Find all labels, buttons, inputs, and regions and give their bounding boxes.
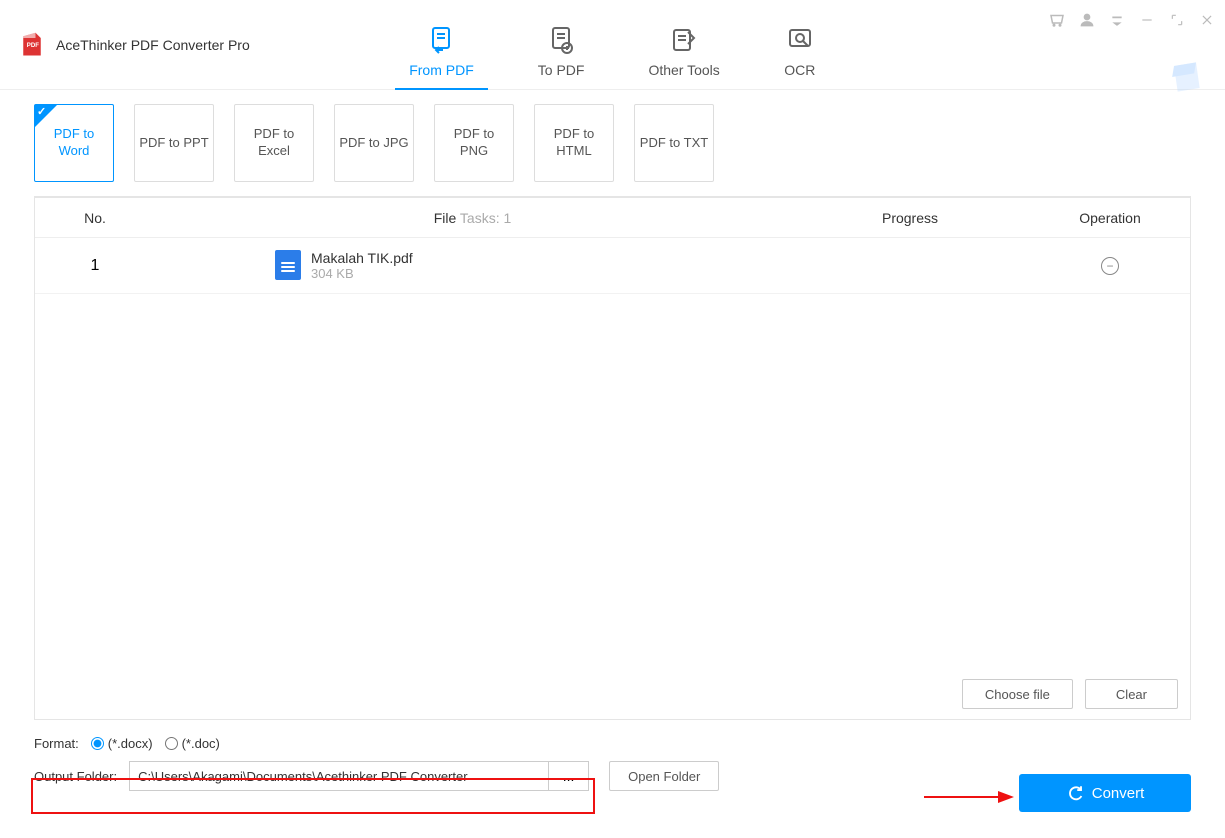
convert-button[interactable]: Convert bbox=[1019, 774, 1191, 812]
watermark-logo-icon bbox=[1163, 55, 1207, 99]
output-folder-input[interactable] bbox=[129, 761, 549, 791]
format-docx-radio[interactable]: (*.docx) bbox=[91, 736, 153, 751]
output-folder-label: Output Folder: bbox=[34, 769, 117, 784]
tab-to-pdf[interactable]: To PDF bbox=[524, 24, 599, 90]
type-pdf-to-png[interactable]: PDF to PNG bbox=[434, 104, 514, 182]
tasks-count: Tasks: 1 bbox=[456, 210, 511, 226]
col-operation-header: Operation bbox=[1030, 210, 1190, 226]
tab-ocr-label: OCR bbox=[784, 62, 815, 78]
minimize-icon[interactable] bbox=[1137, 10, 1157, 30]
file-size: 304 KB bbox=[311, 266, 413, 281]
tab-from-pdf[interactable]: From PDF bbox=[395, 24, 488, 90]
conversion-type-row: PDF to Word PDF to PPT PDF to Excel PDF … bbox=[0, 90, 1225, 182]
format-row: Format: (*.docx) (*.doc) bbox=[0, 720, 1225, 751]
format-doc-radio[interactable]: (*.doc) bbox=[165, 736, 220, 751]
col-no-header: No. bbox=[35, 210, 155, 226]
to-pdf-icon bbox=[545, 24, 577, 56]
tab-ocr[interactable]: OCR bbox=[770, 24, 830, 90]
type-pdf-to-txt[interactable]: PDF to TXT bbox=[634, 104, 714, 182]
col-progress-header: Progress bbox=[790, 210, 1030, 226]
tab-to-pdf-label: To PDF bbox=[538, 62, 585, 78]
menu-icon[interactable] bbox=[1107, 10, 1127, 30]
remove-row-button[interactable]: − bbox=[1101, 257, 1119, 275]
close-icon[interactable] bbox=[1197, 10, 1217, 30]
row-no: 1 bbox=[35, 257, 155, 275]
tab-other-tools[interactable]: Other Tools bbox=[634, 24, 733, 90]
convert-icon bbox=[1066, 784, 1084, 802]
maximize-icon[interactable] bbox=[1167, 10, 1187, 30]
row-file: Makalah TIK.pdf 304 KB bbox=[155, 250, 790, 282]
row-operation: − bbox=[1030, 257, 1190, 275]
window-controls bbox=[1047, 10, 1217, 30]
col-file-header: File Tasks: 1 bbox=[155, 210, 790, 226]
annotation-arrow-icon bbox=[924, 789, 1014, 805]
file-name: Makalah TIK.pdf bbox=[311, 250, 413, 267]
ocr-icon bbox=[784, 24, 816, 56]
table-header: No. File Tasks: 1 Progress Operation bbox=[35, 198, 1190, 238]
file-table: No. File Tasks: 1 Progress Operation 1 M… bbox=[34, 196, 1191, 720]
cart-icon[interactable] bbox=[1047, 10, 1067, 30]
table-footer: Choose file Clear bbox=[962, 679, 1178, 709]
convert-button-label: Convert bbox=[1092, 785, 1145, 802]
table-row: 1 Makalah TIK.pdf 304 KB − bbox=[35, 238, 1190, 294]
type-pdf-to-html[interactable]: PDF to HTML bbox=[534, 104, 614, 182]
type-pdf-to-excel[interactable]: PDF to Excel bbox=[234, 104, 314, 182]
from-pdf-icon bbox=[425, 24, 457, 56]
other-tools-icon bbox=[668, 24, 700, 56]
tab-other-tools-label: Other Tools bbox=[648, 62, 719, 78]
choose-file-button[interactable]: Choose file bbox=[962, 679, 1073, 709]
tab-from-pdf-label: From PDF bbox=[409, 62, 474, 78]
titlebar: PDF AceThinker PDF Converter Pro From PD… bbox=[0, 0, 1225, 90]
browse-folder-button[interactable]: ... bbox=[549, 761, 589, 791]
clear-button[interactable]: Clear bbox=[1085, 679, 1178, 709]
type-pdf-to-jpg[interactable]: PDF to JPG bbox=[334, 104, 414, 182]
type-pdf-to-ppt[interactable]: PDF to PPT bbox=[134, 104, 214, 182]
open-folder-button[interactable]: Open Folder bbox=[609, 761, 719, 791]
format-label: Format: bbox=[34, 736, 79, 751]
file-icon bbox=[275, 250, 301, 280]
main-tabs: From PDF To PDF Other Tools OCR bbox=[0, 0, 1225, 90]
user-icon[interactable] bbox=[1077, 10, 1097, 30]
type-pdf-to-word[interactable]: PDF to Word bbox=[34, 104, 114, 182]
